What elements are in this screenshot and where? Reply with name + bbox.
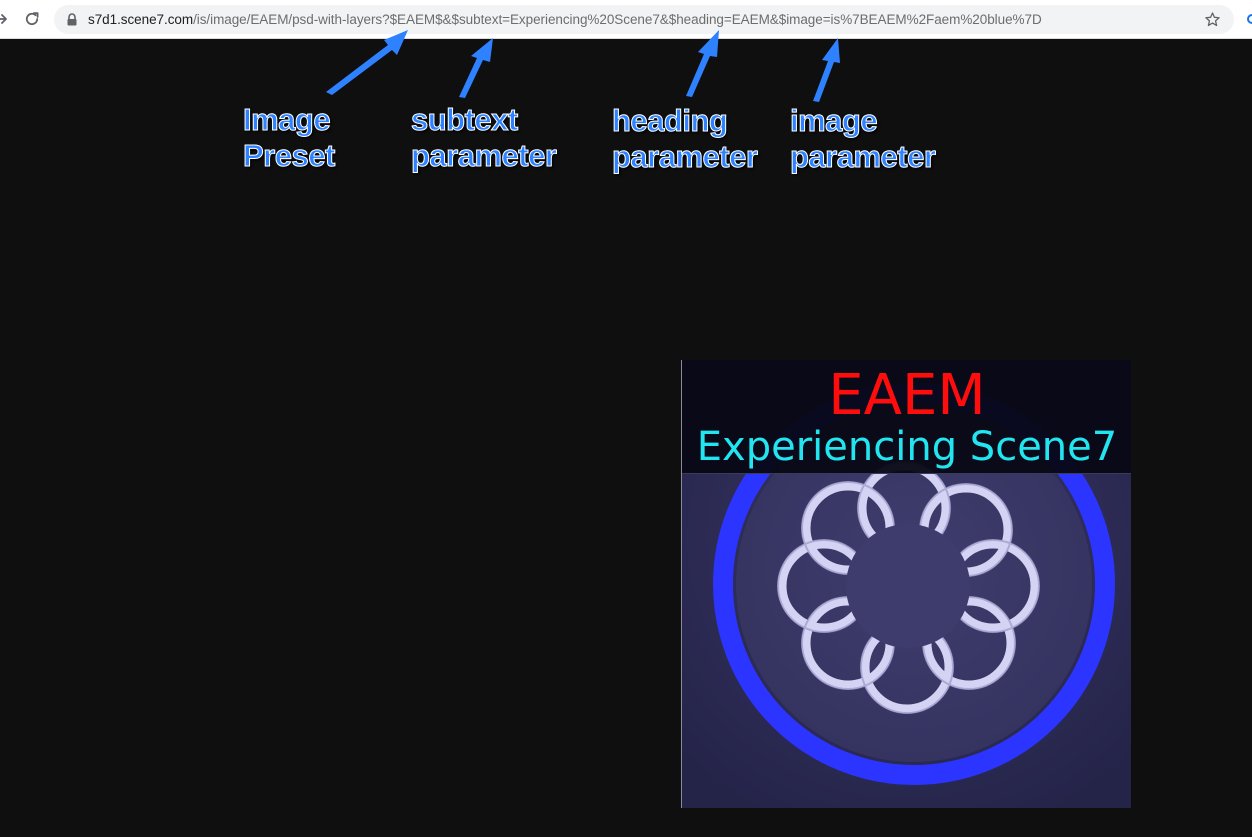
annotation-line: subtext <box>410 102 518 138</box>
browser-toolbar: s7d1.scene7.com/is/image/EAEM/psd-with-l… <box>0 0 1252 39</box>
star-icon[interactable] <box>1204 11 1221 28</box>
image-preset-annotation: Image Preset <box>243 102 336 174</box>
reload-icon[interactable] <box>22 9 42 29</box>
rendered-image: EAEM Experiencing Scene7 <box>681 360 1131 808</box>
image-preset-arrow <box>326 30 408 95</box>
heading-text: EAEM <box>828 363 986 428</box>
lock-icon[interactable] <box>66 13 78 26</box>
annotation-line: parameter <box>789 139 936 175</box>
annotation-line: parameter <box>410 138 557 174</box>
image-parameter-annotation: image parameter <box>789 103 936 175</box>
address-bar[interactable]: s7d1.scene7.com/is/image/EAEM/psd-with-l… <box>54 5 1234 34</box>
heading-arrow <box>686 30 719 97</box>
subtext-text: Experiencing Scene7 <box>696 424 1118 470</box>
annotation-line: Preset <box>243 138 336 174</box>
url-host: s7d1.scene7.com <box>88 12 194 27</box>
forward-arrow-icon[interactable] <box>0 9 11 29</box>
extension-icon[interactable] <box>1246 12 1252 24</box>
url-path: /is/image/EAEM/psd-with-layers?$EAEM$&$s… <box>193 12 1042 27</box>
subtext-parameter-annotation: subtext parameter <box>410 102 557 174</box>
annotation-line: parameter <box>611 139 758 175</box>
page: s7d1.scene7.com/is/image/EAEM/psd-with-l… <box>0 0 1252 837</box>
url-text[interactable]: s7d1.scene7.com/is/image/EAEM/psd-with-l… <box>88 12 1042 27</box>
logo-center <box>846 524 970 648</box>
image-arrow <box>813 38 840 102</box>
heading-parameter-annotation: heading parameter <box>611 103 758 175</box>
subtext-arrow <box>459 38 493 98</box>
annotation-line: heading <box>611 103 728 139</box>
annotation-line: image <box>789 103 878 139</box>
annotation-line: Image <box>243 102 332 138</box>
